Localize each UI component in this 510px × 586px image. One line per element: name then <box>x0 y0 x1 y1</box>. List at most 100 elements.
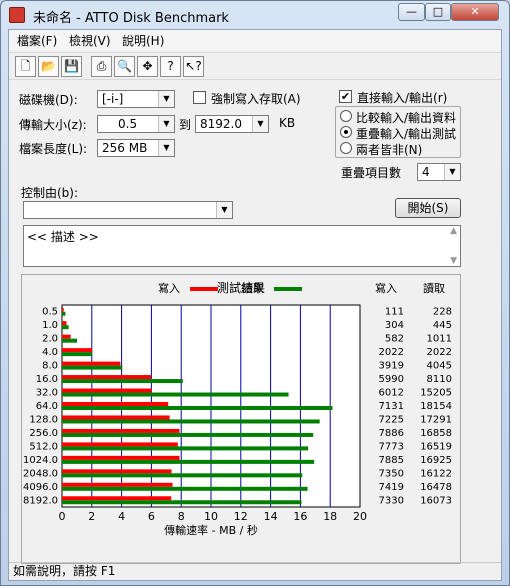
x-tick-label: 0 <box>59 510 66 523</box>
transfer-from-select[interactable]: 0.5 ▼ <box>97 115 175 133</box>
read-value: 8110 <box>427 374 452 385</box>
read-bar <box>62 311 66 316</box>
direct-io-checkbox[interactable]: ✔ <box>339 90 352 103</box>
read-bar <box>62 338 78 343</box>
read-bar <box>62 432 314 437</box>
legend-read-swatch <box>274 287 302 291</box>
force-write-label: 強制寫入存取(A) <box>211 92 301 106</box>
write-bar <box>62 375 152 380</box>
scroll-up-icon[interactable]: ▲ <box>450 226 457 236</box>
write-value: 111 <box>385 307 404 318</box>
title-bar[interactable]: 未命名 - ATTO Disk Benchmark — □ ✕ <box>1 1 509 29</box>
read-value: 1011 <box>427 334 452 345</box>
app-icon <box>9 7 25 23</box>
write-bar <box>62 402 169 406</box>
controlled-by-select[interactable]: ▼ <box>23 201 233 219</box>
read-value: 16478 <box>420 482 452 493</box>
chevron-down-icon[interactable]: ▼ <box>158 91 174 107</box>
y-category-label: 128.0 <box>29 414 58 425</box>
queue-depth-select[interactable]: 4 ▼ <box>417 163 461 181</box>
unit-label: KB <box>279 116 296 130</box>
chevron-down-icon[interactable]: ▼ <box>252 116 268 132</box>
read-value: 16122 <box>420 468 452 479</box>
menu-bar: 檔案(F) 檢視(V) 說明(H) <box>9 30 501 50</box>
menu-file[interactable]: 檔案(F) <box>17 32 57 49</box>
write-value: 582 <box>385 334 404 345</box>
read-bar <box>62 419 320 424</box>
new-file-icon[interactable]: 🗋 <box>15 56 36 77</box>
status-text: 如需說明，請按 F1 <box>13 564 116 578</box>
print-preview-icon[interactable]: 🔍 <box>114 56 135 77</box>
write-value: 304 <box>385 320 404 331</box>
radio-overlapped-label: 重疊輸入/輸出測試 <box>356 127 457 141</box>
read-bar <box>62 500 302 505</box>
maximize-button[interactable]: □ <box>425 3 451 21</box>
read-value: 4045 <box>427 361 452 372</box>
drive-select[interactable]: [-i-] ▼ <box>97 90 175 108</box>
transfer-from-value: 0.5 <box>118 117 138 131</box>
chevron-down-icon[interactable]: ▼ <box>444 164 460 180</box>
app-window: 未命名 - ATTO Disk Benchmark — □ ✕ 檔案(F) 檢視… <box>0 0 510 586</box>
move-icon[interactable]: ✥ <box>137 56 158 77</box>
write-bar <box>62 496 172 501</box>
read-value: 228 <box>433 307 452 318</box>
x-tick-label: 4 <box>118 510 125 523</box>
write-value: 7225 <box>379 414 404 425</box>
x-tick-label: 18 <box>323 510 337 523</box>
read-bar <box>62 459 315 464</box>
save-icon[interactable]: 💾 <box>61 56 82 77</box>
minimize-button[interactable]: — <box>398 3 425 21</box>
print-icon[interactable]: ⎙ <box>91 56 112 77</box>
chevron-down-icon[interactable]: ▼ <box>158 116 174 132</box>
context-help-icon[interactable]: ↖? <box>183 56 204 77</box>
chevron-down-icon[interactable]: ▼ <box>158 140 174 156</box>
read-value: 16925 <box>420 455 452 466</box>
help-icon[interactable]: ? <box>160 56 181 77</box>
to-label: 到 <box>179 118 192 132</box>
x-tick-label: 12 <box>234 510 248 523</box>
menu-view[interactable]: 檢視(V) <box>69 32 111 49</box>
write-bar <box>62 361 121 366</box>
transfer-to-select[interactable]: 8192.0 ▼ <box>195 115 269 133</box>
chevron-down-icon[interactable]: ▼ <box>216 202 232 218</box>
write-bar <box>62 307 64 312</box>
legend-write-label: 寫入 <box>158 281 180 295</box>
write-value: 7886 <box>379 428 404 439</box>
radio-overlapped[interactable] <box>340 126 352 138</box>
read-value: 16858 <box>420 428 452 439</box>
read-bar <box>62 352 93 357</box>
start-button[interactable]: 開始(S) <box>395 198 461 218</box>
scroll-down-icon[interactable]: ▼ <box>450 256 457 266</box>
description-box[interactable]: << 描述 >> ▲ ▼ <box>23 225 461 267</box>
y-category-label: 64.0 <box>36 401 58 412</box>
read-value: 16073 <box>420 495 452 506</box>
close-button[interactable]: ✕ <box>451 3 499 21</box>
controlled-by-label: 控制由(b): <box>21 186 79 200</box>
write-value: 6012 <box>379 388 404 399</box>
status-bar: 如需說明，請按 F1 <box>9 562 501 580</box>
window-title: 未命名 - ATTO Disk Benchmark <box>33 11 229 26</box>
write-value: 7330 <box>379 495 404 506</box>
open-folder-icon[interactable]: 📂 <box>38 56 59 77</box>
transfer-size-label: 傳輸大小(z): <box>19 118 87 132</box>
benchmark-chart: 測試結果寫入 讀取0 2 4 6 8 10 12 14 16 18 20傳輸速率 - MB / 秒寫入… <box>23 280 452 537</box>
toolbar: 🗋 📂 💾 ⎙ 🔍 ✥ ? ↖? <box>9 52 501 80</box>
write-bar <box>62 455 180 460</box>
drive-value: [-i-] <box>102 92 124 106</box>
radio-neither[interactable] <box>340 142 352 154</box>
radio-compare[interactable] <box>340 110 352 122</box>
direct-io-label: 直接輸入/輸出(r) <box>357 91 448 105</box>
write-value: 5990 <box>379 374 404 385</box>
write-value: 7885 <box>379 455 404 466</box>
x-tick-label: 10 <box>204 510 218 523</box>
x-tick-label: 6 <box>148 510 155 523</box>
file-length-select[interactable]: 256 MB ▼ <box>97 139 175 157</box>
write-bar <box>62 442 178 447</box>
force-write-checkbox[interactable] <box>193 91 206 104</box>
read-bar <box>62 392 289 397</box>
file-length-label: 檔案長度(L): <box>19 142 88 156</box>
menu-help[interactable]: 說明(H) <box>122 32 164 49</box>
read-bar <box>62 406 333 410</box>
read-bar <box>62 473 303 478</box>
y-category-label: 2048.0 <box>23 468 58 479</box>
